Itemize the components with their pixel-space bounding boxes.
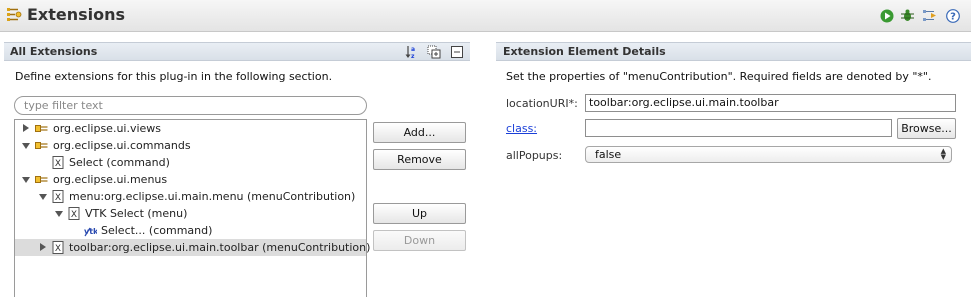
tree-item-select-command[interactable]: X Select (command) bbox=[15, 154, 366, 171]
page-title: Extensions bbox=[27, 5, 126, 24]
tree-item-label: VTK Select (menu) bbox=[85, 207, 188, 220]
svg-text:?: ? bbox=[950, 11, 956, 22]
all-popups-value: false bbox=[595, 148, 622, 161]
section-title: Extension Element Details bbox=[503, 45, 666, 58]
location-uri-label: locationURI*: bbox=[506, 97, 578, 110]
section-title: All Extensions bbox=[10, 45, 98, 58]
all-popups-select[interactable]: false ▲ ▼ bbox=[585, 146, 952, 163]
tree-item-vtk-select-menu[interactable]: X VTK Select (menu) bbox=[15, 205, 366, 222]
element-icon: X bbox=[52, 241, 64, 254]
remove-button[interactable]: Remove bbox=[373, 149, 466, 170]
extensions-tree[interactable]: org.eclipse.ui.views org.eclipse.ui.comm… bbox=[14, 119, 370, 297]
section-header: Extension Element Details bbox=[496, 42, 971, 61]
extension-point-icon bbox=[35, 176, 48, 183]
add-button[interactable]: Add... bbox=[373, 122, 466, 143]
tree-item-label: toolbar:org.eclipse.ui.main.toolbar (men… bbox=[69, 241, 371, 254]
tree-item-label: Select... (command) bbox=[101, 224, 213, 237]
select-arrows-icon: ▲ ▼ bbox=[940, 147, 946, 161]
svg-text:a: a bbox=[411, 46, 415, 53]
tree-item-menus[interactable]: org.eclipse.ui.menus bbox=[15, 171, 366, 188]
editor-header: Extensions ? bbox=[0, 0, 971, 32]
element-icon: X bbox=[52, 156, 64, 169]
collapse-all-icon bbox=[451, 46, 463, 58]
help-button[interactable]: ? bbox=[945, 8, 960, 23]
svg-text:X: X bbox=[55, 193, 61, 203]
export-wizard-icon bbox=[923, 10, 936, 21]
debug-button[interactable] bbox=[900, 8, 915, 23]
tree-item-label: org.eclipse.ui.menus bbox=[53, 173, 168, 186]
tree-item-main-menu-contribution[interactable]: X menu:org.eclipse.ui.main.menu (menuCon… bbox=[15, 188, 366, 205]
expand-all-icon bbox=[427, 45, 441, 59]
svg-text:X: X bbox=[55, 244, 61, 254]
sort-icon: a z bbox=[405, 46, 415, 60]
up-button[interactable]: Up bbox=[373, 203, 466, 224]
expand-twisty-icon[interactable] bbox=[40, 243, 46, 251]
down-button[interactable]: Down bbox=[373, 230, 466, 251]
all-popups-label: allPopups: bbox=[506, 149, 563, 162]
element-icon: X bbox=[52, 190, 64, 203]
command-icon: vtk bbox=[84, 227, 97, 237]
class-field[interactable] bbox=[585, 119, 892, 137]
tree-item-commands[interactable]: org.eclipse.ui.commands bbox=[15, 137, 366, 154]
svg-text:X: X bbox=[55, 159, 61, 169]
location-uri-field[interactable]: toolbar:org.eclipse.ui.main.toolbar bbox=[585, 94, 956, 112]
run-icon bbox=[880, 9, 893, 22]
collapse-twisty-icon[interactable] bbox=[55, 211, 63, 217]
svg-text:X: X bbox=[71, 210, 77, 220]
tree-item-views[interactable]: org.eclipse.ui.views bbox=[15, 120, 366, 137]
tree-item-select-dots-command[interactable]: vtk Select... (command) bbox=[15, 222, 366, 239]
collapse-twisty-icon[interactable] bbox=[22, 177, 30, 183]
collapse-twisty-icon[interactable] bbox=[22, 143, 30, 149]
section-description: Define extensions for this plug-in in th… bbox=[15, 70, 333, 83]
svg-text:z: z bbox=[411, 53, 415, 59]
help-icon: ? bbox=[945, 8, 960, 23]
element-icon: X bbox=[68, 207, 80, 220]
export-wizard-button[interactable] bbox=[922, 8, 937, 23]
tree-item-main-toolbar-contribution[interactable]: X toolbar:org.eclipse.ui.main.toolbar (m… bbox=[15, 239, 370, 256]
expand-all-button[interactable] bbox=[427, 45, 441, 59]
tree-item-label: org.eclipse.ui.commands bbox=[53, 139, 191, 152]
debug-icon bbox=[901, 9, 914, 21]
tree-item-label: org.eclipse.ui.views bbox=[53, 122, 162, 135]
section-header: All Extensions a z bbox=[4, 42, 470, 61]
tree-item-label: menu:org.eclipse.ui.main.menu (menuContr… bbox=[69, 190, 356, 203]
extension-point-icon bbox=[35, 125, 48, 132]
filter-input[interactable]: type filter text bbox=[14, 96, 367, 115]
sort-button[interactable]: a z bbox=[405, 45, 419, 60]
collapse-twisty-icon[interactable] bbox=[39, 194, 47, 200]
browse-button[interactable]: Browse... bbox=[897, 118, 956, 139]
details-description: Set the properties of "menuContribution"… bbox=[506, 70, 932, 83]
expand-twisty-icon[interactable] bbox=[23, 124, 29, 132]
extensions-icon bbox=[7, 8, 22, 21]
tree-item-label: Select (command) bbox=[69, 156, 170, 169]
class-link[interactable]: class: bbox=[506, 122, 537, 135]
extension-point-icon bbox=[35, 142, 48, 149]
collapse-all-button[interactable] bbox=[450, 45, 464, 59]
run-button[interactable] bbox=[879, 8, 894, 23]
